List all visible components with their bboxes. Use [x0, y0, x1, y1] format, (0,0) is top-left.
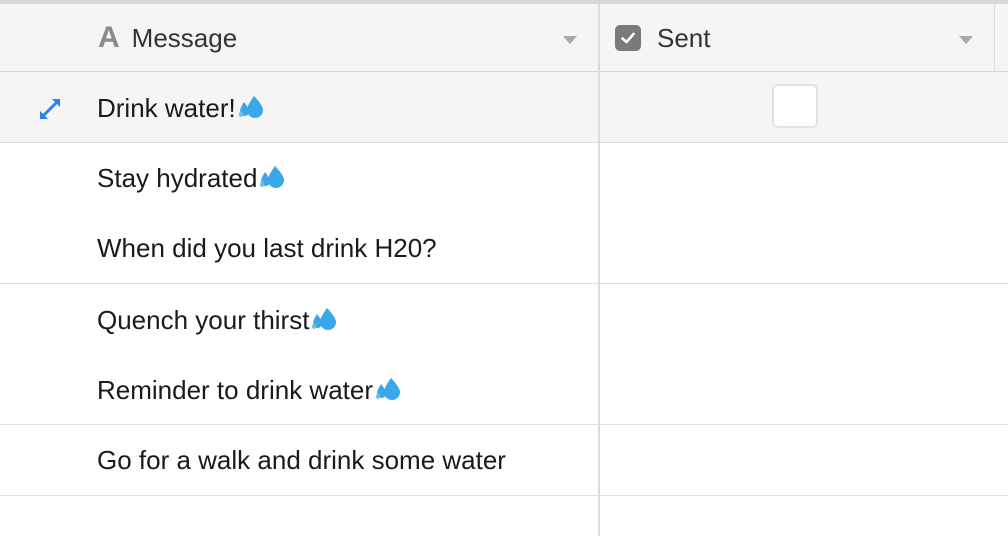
chevron-down-icon[interactable] [959, 36, 973, 44]
message-cell[interactable]: When did you last drink H20? [97, 233, 437, 263]
checkbox-field-icon [615, 25, 641, 51]
expand-record-icon[interactable] [36, 95, 64, 123]
message-text: Drink water! [97, 93, 236, 123]
sweat-droplets-icon [376, 378, 400, 400]
message-text: Reminder to drink water [97, 375, 373, 405]
sent-checkbox[interactable] [772, 84, 818, 128]
table-row[interactable]: Stay hydrated [0, 143, 1008, 214]
column-header-label: Sent [657, 22, 711, 53]
table-row[interactable]: Drink water! [0, 72, 1008, 143]
column-divider[interactable] [598, 4, 600, 536]
message-cell[interactable]: Stay hydrated [97, 163, 286, 193]
grid-view: A Message Sent Drink water! Stay hydrate… [0, 4, 1008, 536]
message-text: When did you last drink H20? [97, 233, 437, 263]
column-divider[interactable] [994, 4, 995, 72]
grid-header: A Message Sent [0, 4, 1008, 72]
message-cell[interactable]: Quench your thirst [97, 305, 338, 335]
table-row[interactable]: When did you last drink H20? [0, 213, 1008, 284]
column-header-sent[interactable]: Sent [615, 4, 711, 72]
message-text: Stay hydrated [97, 163, 258, 193]
column-header-label: Message [131, 22, 238, 53]
message-cell[interactable]: Go for a walk and drink some water [97, 445, 506, 475]
table-row[interactable]: Quench your thirst [0, 284, 1008, 355]
sweat-droplets-icon [238, 96, 263, 118]
column-header-message[interactable]: A Message [98, 4, 237, 72]
message-cell[interactable]: Drink water! [97, 93, 265, 123]
message-cell[interactable]: Reminder to drink water [97, 375, 402, 405]
table-row[interactable]: Reminder to drink water [0, 354, 1008, 425]
message-text: Quench your thirst [97, 305, 310, 335]
sweat-droplets-icon [260, 166, 285, 188]
text-field-icon: A [98, 21, 120, 54]
sweat-droplets-icon [312, 308, 337, 330]
chevron-down-icon[interactable] [563, 36, 577, 44]
table-row[interactable]: Go for a walk and drink some water [0, 425, 1008, 496]
message-text: Go for a walk and drink some water [97, 445, 506, 475]
